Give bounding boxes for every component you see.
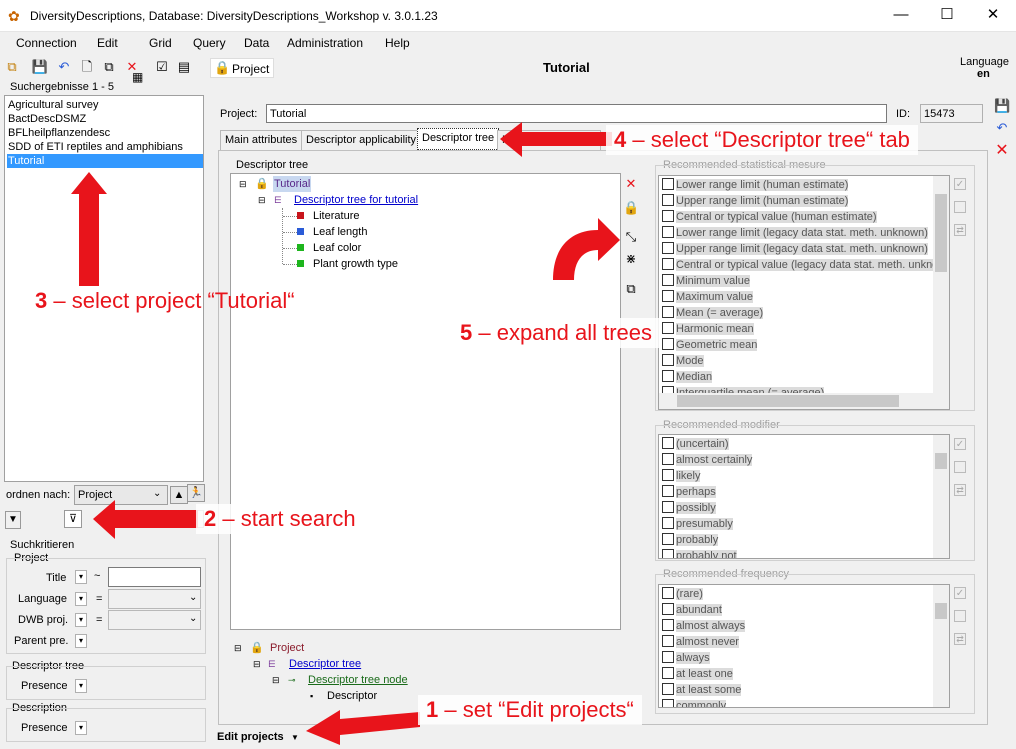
arrow-edit-projects bbox=[306, 710, 420, 745]
annotation-2: 2 – start search bbox=[196, 504, 364, 534]
annotation-1: 1 – set “Edit projects“ bbox=[418, 695, 642, 725]
arrow-expand-trees bbox=[553, 218, 620, 280]
annotation-arrows bbox=[71, 122, 620, 745]
arrow-select-project bbox=[71, 172, 107, 286]
arrow-start-search bbox=[93, 500, 198, 539]
arrow-descriptor-tree-tab bbox=[500, 122, 612, 157]
annotation-5: 5 – expand all trees bbox=[452, 318, 661, 348]
annotation-4: 4 – select “Descriptor tree“ tab bbox=[606, 125, 918, 155]
annotation-3: 3 – select project “Tutorial“ bbox=[35, 288, 295, 313]
